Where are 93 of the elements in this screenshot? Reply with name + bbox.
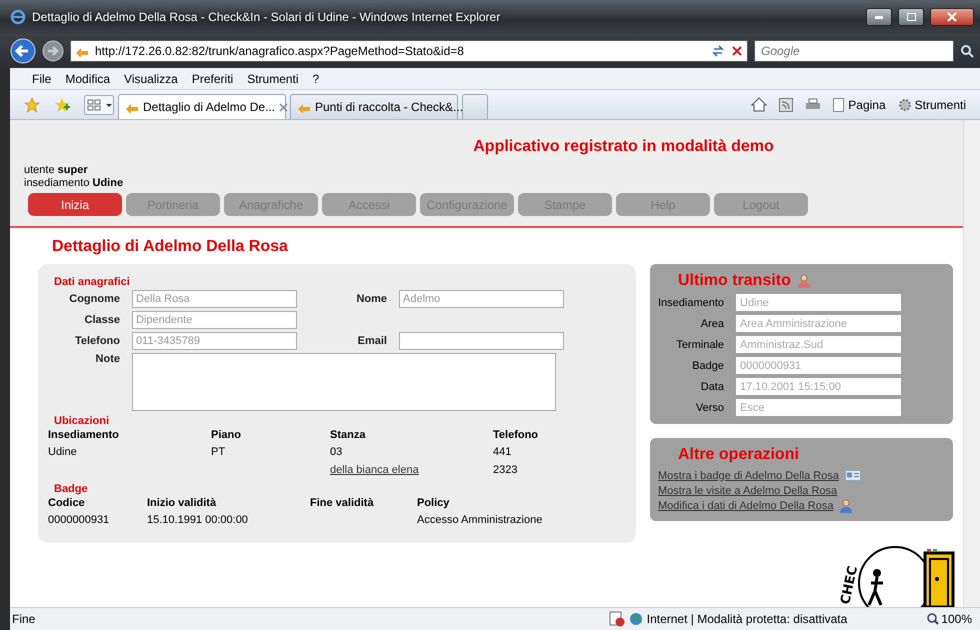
field-label: Classe — [84, 314, 120, 326]
home-icon[interactable] — [751, 97, 768, 112]
field-label: Telefono — [74, 335, 120, 347]
id-card-icon — [844, 470, 861, 481]
search-field[interactable]: Google — [754, 40, 954, 62]
field-label: Note — [94, 353, 120, 365]
field-label: Badge — [691, 360, 724, 372]
field-label: Terminale — [675, 338, 724, 350]
column-header: Stanza — [330, 429, 366, 441]
menu-item[interactable]: File — [32, 72, 52, 86]
maximize-icon — [906, 13, 916, 21]
field-label: Nome — [355, 293, 387, 305]
site-line: insediamento Udine — [24, 177, 124, 190]
column-header: Insediamento — [48, 429, 120, 441]
browser-logo-icon — [10, 9, 26, 25]
close-tab-icon[interactable] — [279, 102, 288, 112]
table-cell-text: 2323 — [493, 464, 518, 477]
tab-label: Dettaglio di Adelmo De... — [143, 100, 276, 114]
page-icon — [833, 98, 846, 112]
security-zone: Internet | Modalità protetta: disattivata — [646, 612, 848, 626]
column-header: Policy — [417, 497, 450, 509]
page-heading: Dettaglio di Adelmo Della Rosa — [52, 238, 289, 256]
browser-tab[interactable]: Dettaglio di Adelmo De... — [118, 94, 286, 119]
field-label: Area — [700, 318, 724, 330]
globe-icon — [628, 612, 643, 626]
menu-item[interactable]: Preferiti — [192, 72, 234, 86]
status-text: Fine — [12, 612, 36, 626]
clock-door-logo-drawing: CHEC — [827, 529, 957, 607]
person-icon — [796, 274, 811, 288]
section-title: Dati anagrafici — [54, 276, 131, 288]
table-cell-text: 03 — [330, 446, 344, 459]
table-cell-text: 15.10.1991 00:00:00 — [147, 514, 249, 527]
favorites-star-icon[interactable] — [24, 96, 40, 112]
search-icon[interactable] — [960, 44, 974, 58]
table-cell-text: 0000000931 — [48, 514, 110, 527]
input-field[interactable]: Adelmo — [399, 290, 564, 308]
close-icon — [947, 12, 957, 22]
gear-icon — [898, 98, 912, 112]
table-cell-text: PT — [211, 446, 226, 459]
field-label: Insediamento — [658, 296, 724, 308]
maximize-button[interactable] — [898, 8, 924, 26]
input-field[interactable] — [399, 332, 564, 350]
input-field[interactable]: 011-3435789 — [132, 332, 297, 350]
column-header: Codice — [48, 497, 86, 509]
table-cell-text: Accesso Amministrazione — [417, 514, 544, 527]
feed-icon[interactable] — [779, 98, 794, 112]
command-button[interactable]: Strumenti — [898, 98, 966, 112]
field-label: Verso — [694, 402, 724, 414]
field-label: Email — [356, 335, 387, 347]
column-header: Inizio validità — [147, 497, 218, 509]
back-button[interactable] — [10, 38, 36, 64]
operation-link[interactable]: Mostra i badge di Adelmo Della Rosa — [658, 470, 839, 482]
person-link[interactable]: della bianca elena — [330, 464, 419, 477]
person-icon — [839, 498, 854, 512]
zoom-control[interactable]: 100% — [927, 612, 972, 626]
minimize-icon — [875, 16, 883, 18]
refresh-icon[interactable] — [711, 44, 725, 58]
minimize-button[interactable] — [866, 8, 892, 26]
quick-tabs-icon[interactable] — [84, 94, 114, 114]
add-favorite-icon[interactable] — [54, 96, 70, 112]
menu-item[interactable]: Visualizza — [124, 72, 178, 86]
table-cell-text: 441 — [493, 446, 512, 459]
column-header: Telefono — [493, 429, 540, 441]
printer-icon[interactable] — [805, 98, 822, 112]
menu-item[interactable]: ? — [312, 72, 320, 86]
operation-link[interactable]: Mostra le visite a Adelmo Della Rosa — [658, 484, 838, 496]
scrollbar[interactable] — [963, 120, 980, 607]
user-line: utente super — [24, 164, 89, 177]
section-title: Badge — [54, 483, 89, 495]
field-label: Data — [700, 380, 724, 392]
nav-tab[interactable]: Inizia — [28, 193, 122, 216]
section-title: Ubicazioni — [54, 415, 110, 427]
close-button[interactable] — [930, 8, 974, 26]
command-button[interactable]: Pagina — [833, 98, 886, 112]
input-field[interactable]: Della Rosa — [132, 290, 297, 308]
table-cell-text: Udine — [48, 446, 78, 459]
stop-icon[interactable] — [731, 45, 743, 57]
panel-title: Ultimo transito — [678, 272, 791, 290]
operation-link[interactable]: Modifica i dati di Adelmo Della Rosa — [658, 500, 834, 512]
field-label: Cognome — [68, 293, 120, 305]
blocked-page-icon — [608, 611, 625, 627]
menu-item[interactable]: Modifica — [65, 72, 110, 86]
column-header: Fine validità — [310, 497, 375, 509]
address-field[interactable]: http://172.26.0.82:82/trunk/anagrafico.aspx?PageMethod=Stato&id=8 — [70, 40, 748, 62]
input-field[interactable]: Dipendente — [132, 311, 297, 329]
zoom-icon — [927, 613, 940, 625]
forward-button[interactable] — [42, 40, 64, 62]
window-title: Dettaglio di Adelmo Della Rosa - Check&In - Solari di Udine - Windows Internet Explorer — [32, 10, 502, 24]
note-field[interactable] — [132, 353, 556, 411]
panel-title: Altre operazioni — [678, 446, 799, 464]
demo-notice: Applicativo registrato in modalità demo — [472, 138, 775, 156]
menu-item[interactable]: Strumenti — [247, 72, 299, 86]
column-header: Piano — [211, 429, 242, 441]
